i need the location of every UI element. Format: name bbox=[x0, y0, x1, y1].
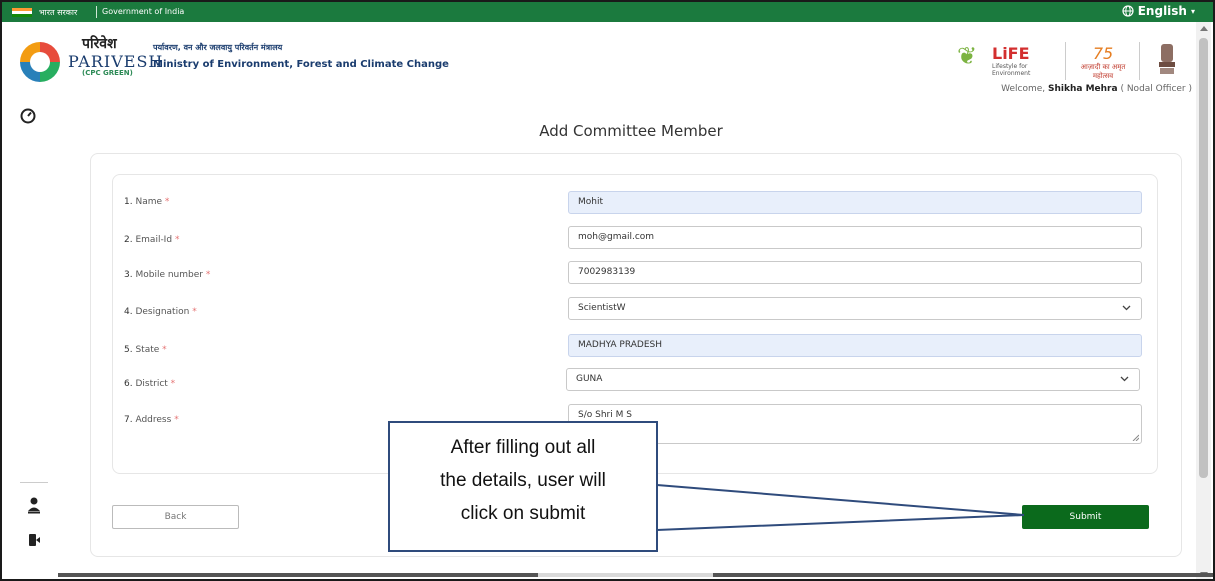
logout-icon[interactable] bbox=[27, 532, 41, 548]
dashboard-icon[interactable] bbox=[20, 108, 36, 124]
user-icon[interactable] bbox=[27, 496, 41, 514]
email-input[interactable]: moh@gmail.com bbox=[568, 226, 1142, 249]
label-district: 6. District * bbox=[124, 379, 176, 389]
gov-hindi-text: भारत सरकार bbox=[39, 8, 78, 17]
parivesh-logo-icon[interactable] bbox=[20, 42, 60, 82]
gov-bar: भारत सरकार Government of India English ▾ bbox=[2, 2, 1213, 22]
address-value: S/o Shri M S bbox=[578, 410, 632, 420]
life-sub: Lifestyle for Environment bbox=[992, 63, 1031, 77]
scroll-thumb[interactable] bbox=[1199, 38, 1208, 478]
callout-line-3: click on submit bbox=[460, 503, 586, 524]
divider bbox=[96, 6, 97, 18]
user-role: ( Nodal Officer ) bbox=[1120, 84, 1192, 94]
callout-line-1: After filling out all bbox=[450, 437, 596, 458]
ministry-name: Ministry of Environment, Forest and Clim… bbox=[153, 59, 449, 70]
site-header: परिवेश PARIVESH (CPC GREEN) पर्यावरण, वन… bbox=[2, 22, 1198, 104]
leaf-icon: ❦ bbox=[957, 42, 978, 70]
label-state: 5. State * bbox=[124, 345, 167, 355]
chevron-down-icon bbox=[1120, 376, 1129, 382]
brand-sub: (CPC GREEN) bbox=[82, 69, 133, 77]
gov-text: Government of India bbox=[102, 7, 185, 16]
designation-value: ScientistW bbox=[578, 303, 626, 313]
india-flag-icon bbox=[12, 8, 32, 17]
language-label: English bbox=[1137, 4, 1187, 18]
designation-select[interactable]: ScientistW bbox=[568, 297, 1142, 320]
label-designation: 4. Designation * bbox=[124, 307, 197, 317]
welcome-text: Welcome, Shikha Mehra ( Nodal Officer ) bbox=[1001, 84, 1192, 94]
chevron-down-icon bbox=[1122, 305, 1131, 311]
life-text: LiFE bbox=[992, 44, 1030, 63]
label-mobile: 3. Mobile number * bbox=[124, 270, 211, 280]
label-email: 2. Email-Id * bbox=[124, 235, 180, 245]
label-name: 1. Name * bbox=[124, 197, 170, 207]
page-title: Add Committee Member bbox=[539, 122, 723, 140]
state-input[interactable]: MADHYA PRADESH bbox=[568, 334, 1142, 357]
name-input[interactable]: Mohit bbox=[568, 191, 1142, 214]
label-address: 7. Address * bbox=[124, 415, 179, 425]
submit-button[interactable]: Submit bbox=[1022, 505, 1149, 529]
life-logo: ❦ LiFE Lifestyle for Environment bbox=[957, 42, 1047, 77]
app-frame: भारत सरकार Government of India English ▾… bbox=[0, 0, 1215, 581]
azadi-text: आज़ादी का अमृत महोत्सव bbox=[1080, 63, 1126, 80]
azadi-number: 75 bbox=[1092, 44, 1114, 63]
user-name: Shikha Mehra bbox=[1048, 84, 1118, 94]
district-select[interactable]: GUNA bbox=[566, 368, 1140, 391]
divider bbox=[1065, 42, 1066, 80]
sidebar-divider bbox=[20, 482, 48, 483]
azadi-logo: 75 आज़ादी का अमृत महोत्सव bbox=[1078, 44, 1128, 80]
vertical-scrollbar[interactable] bbox=[1196, 22, 1211, 579]
sidebar bbox=[2, 104, 65, 579]
brand-hindi: परिवेश bbox=[82, 36, 117, 52]
resize-handle-icon[interactable] bbox=[1131, 433, 1139, 441]
caret-down-icon: ▾ bbox=[1190, 6, 1195, 16]
horizontal-scrollbar[interactable] bbox=[58, 573, 1213, 577]
instruction-callout: After filling out all the details, user … bbox=[388, 421, 658, 552]
scroll-up-icon[interactable] bbox=[1200, 26, 1208, 31]
globe-icon bbox=[1122, 5, 1134, 17]
language-selector[interactable]: English ▾ bbox=[1122, 4, 1195, 18]
national-emblem-icon bbox=[1159, 44, 1175, 74]
divider bbox=[1139, 42, 1140, 80]
back-button[interactable]: Back bbox=[112, 505, 239, 529]
mobile-input[interactable]: 7002983139 bbox=[568, 261, 1142, 284]
district-value: GUNA bbox=[576, 374, 603, 384]
ministry-hindi: पर्यावरण, वन और जलवायु परिवर्तन मंत्रालय bbox=[153, 43, 283, 52]
callout-line-2: the details, user will bbox=[440, 470, 606, 491]
